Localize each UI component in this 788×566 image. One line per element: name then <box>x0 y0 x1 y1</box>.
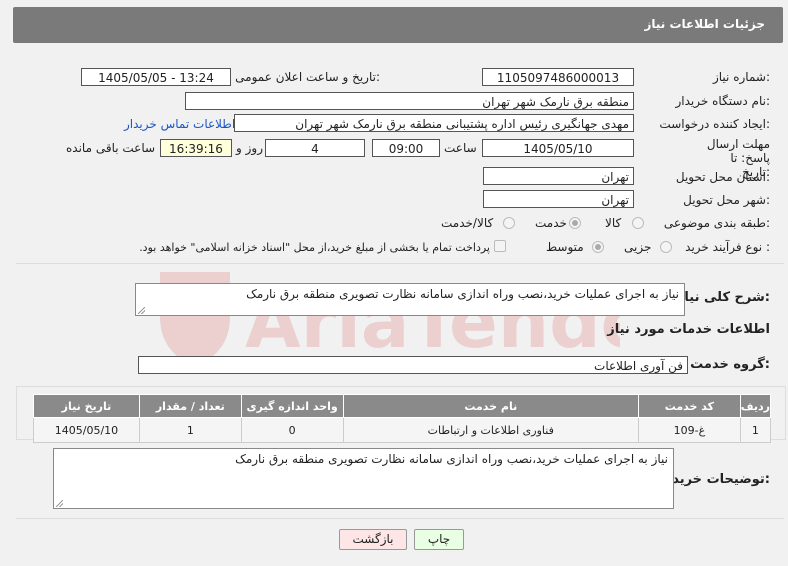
buyer-notes-label: توضیحات خریدار: <box>660 472 770 487</box>
cell-qty: 1 <box>138 417 242 443</box>
treasury-payment-checkbox[interactable] <box>494 240 506 252</box>
city-value: تهران <box>483 190 634 208</box>
description-textarea: نیاز به اجرای عملیات خرید،نصب وراه انداز… <box>135 283 685 316</box>
table-row: 1 غ-109 فناوری اطلاعات و ارتباطات 0 1 14… <box>33 417 772 443</box>
cell-name: فناوری اطلاعات و ارتباطات <box>342 417 639 443</box>
col-header-name: نام خدمت <box>342 394 639 418</box>
page-header: جزئیات اطلاعات نیاز <box>13 7 783 43</box>
cell-unit: 0 <box>240 417 344 443</box>
services-table: ردیف کد خدمت نام خدمت واحد اندازه گیری ت… <box>33 394 772 443</box>
category-service-radio[interactable] <box>569 217 581 229</box>
cell-date: 1405/05/10 <box>33 417 140 443</box>
col-header-qty: تعداد / مقدار <box>138 394 242 418</box>
buyer-notes-text: نیاز به اجرای عملیات خرید،نصب وراه انداز… <box>235 452 668 466</box>
process-medium-label: متوسط <box>546 240 584 254</box>
category-goods-service-label: کالا/خدمت <box>441 216 494 230</box>
divider <box>16 518 784 519</box>
process-label: نوع فرآیند خرید : <box>685 240 770 254</box>
description-label: شرح کلی نیاز: <box>676 290 770 305</box>
print-button[interactable]: چاپ <box>414 529 464 550</box>
service-group-label: گروه خدمت: <box>690 357 770 372</box>
resize-grip-icon[interactable] <box>56 500 63 507</box>
creator-value: مهدی جهانگیری رئیس اداره پشتیبانی منطقه … <box>234 114 634 132</box>
deadline-time: 09:00 <box>372 139 440 157</box>
description-text: نیاز به اجرای عملیات خرید،نصب وراه انداز… <box>246 287 679 301</box>
col-header-row: ردیف <box>739 394 772 418</box>
buyer-org-value: منطقه برق نارمک شهر تهران <box>185 92 634 110</box>
buyer-notes-textarea: نیاز به اجرای عملیات خرید،نصب وراه انداز… <box>53 448 674 509</box>
announce-label: تاریخ و ساعت اعلان عمومی: <box>235 70 380 84</box>
deadline-date: 1405/05/10 <box>482 139 634 157</box>
remaining-label: ساعت باقی مانده <box>66 141 156 155</box>
cell-code: غ-109 <box>637 417 741 443</box>
category-goods-service-radio[interactable] <box>503 217 515 229</box>
remaining-time: 16:39:16 <box>160 139 232 157</box>
announce-value: 1405/05/05 - 13:24 <box>81 68 231 86</box>
process-minor-radio[interactable] <box>660 241 672 253</box>
back-button[interactable]: بازگشت <box>339 529 407 550</box>
service-group-value: فن آوری اطلاعات <box>138 356 688 374</box>
province-value: تهران <box>483 167 634 185</box>
process-medium-radio[interactable] <box>592 241 604 253</box>
cell-row: 1 <box>739 417 772 443</box>
resize-grip-icon[interactable] <box>138 307 145 314</box>
category-goods-radio[interactable] <box>632 217 644 229</box>
page-title: جزئیات اطلاعات نیاز <box>644 17 765 31</box>
category-label: طبقه بندی موضوعی: <box>663 216 770 230</box>
treasury-payment-note: پرداخت تمام یا بخشی از مبلغ خرید،از محل … <box>139 241 490 254</box>
deadline-time-label: ساعت <box>444 141 477 155</box>
category-goods-label: کالا <box>605 216 622 230</box>
col-header-date: تاریخ نیاز <box>33 394 140 418</box>
need-number-label: شماره نیاز: <box>712 70 770 84</box>
col-header-code: کد خدمت <box>637 394 741 418</box>
buyer-contact-link[interactable]: اطلاعات تماس خریدار <box>124 117 235 131</box>
process-minor-label: جزیی <box>624 240 652 254</box>
province-label: استان محل تحویل: <box>675 170 770 184</box>
buyer-org-label: نام دستگاه خریدار: <box>675 94 771 108</box>
need-number-value: 1105097486000013 <box>482 68 634 86</box>
col-header-unit: واحد اندازه گیری <box>240 394 344 418</box>
days-label: روز و <box>236 141 263 155</box>
days-remaining: 4 <box>265 139 365 157</box>
creator-label: ایجاد کننده درخواست: <box>659 117 770 131</box>
category-service-label: خدمت <box>535 216 567 230</box>
table-header-row: ردیف کد خدمت نام خدمت واحد اندازه گیری ت… <box>33 394 772 418</box>
services-section-title: اطلاعات خدمات مورد نیاز <box>607 322 770 337</box>
divider <box>16 263 784 264</box>
city-label: شهر محل تحویل: <box>683 193 770 207</box>
